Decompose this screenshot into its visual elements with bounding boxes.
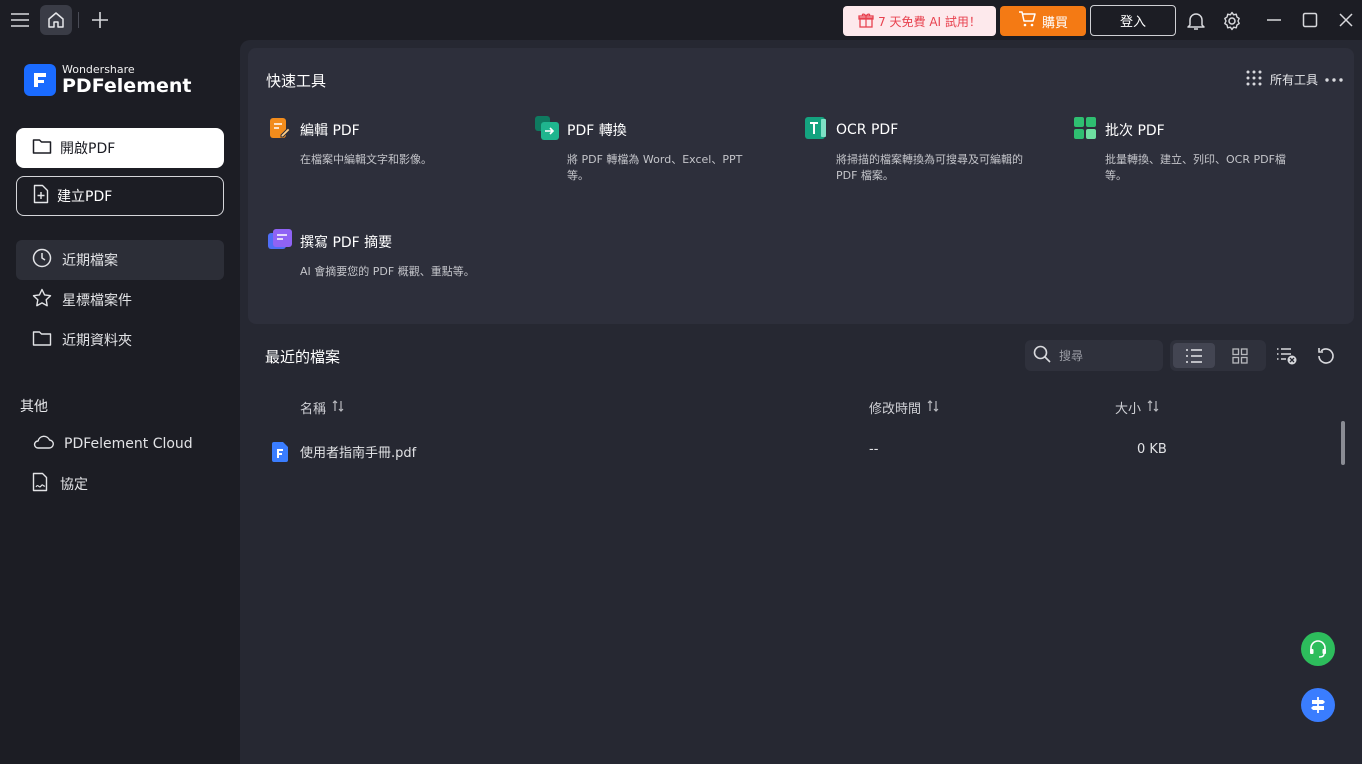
pdfelement-logo-icon [24, 64, 56, 96]
clear-list-icon[interactable] [1274, 343, 1300, 369]
tool-ocr-pdf[interactable]: OCR PDF 將掃描的檔案轉換為可搜尋及可編輯的 PDF 檔案。 [804, 116, 1054, 184]
tab-separator [78, 12, 79, 28]
column-header-size[interactable]: 大小 [1115, 398, 1159, 417]
sort-icon [332, 399, 344, 416]
cart-icon [1018, 11, 1036, 31]
ocr-pdf-icon [804, 116, 828, 144]
other-section-title: 其他 [20, 399, 48, 415]
column-header-name[interactable]: 名稱 [300, 398, 344, 417]
folder-icon [32, 329, 52, 351]
edit-pdf-icon [268, 116, 292, 144]
table-row[interactable]: 使用者指南手冊.pdf -- 0 KB [268, 438, 1338, 464]
tool-name: PDF 轉換 [567, 123, 627, 139]
create-pdf-label: 建立PDF [57, 189, 113, 205]
refresh-icon[interactable] [1313, 343, 1339, 369]
sidebar-item-label: PDFelement Cloud [64, 436, 193, 452]
close-icon[interactable] [1334, 8, 1358, 32]
sidebar: Wondershare PDFelement 開啟PDF 建立PDF 近期檔案 [0, 40, 240, 764]
cloud-icon [32, 434, 54, 454]
tool-batch-pdf[interactable]: 批次 PDF 批量轉換、建立、列印、OCR PDF檔等。 [1073, 116, 1323, 184]
sidebar-item-label: 星標檔案件 [62, 293, 132, 309]
folder-open-icon [32, 137, 52, 159]
tool-description: AI 會摘要您的 PDF 概觀、重點等。 [300, 265, 475, 278]
sidebar-item-recent-files[interactable]: 近期檔案 [16, 240, 224, 280]
tool-name: OCR PDF [836, 122, 899, 138]
ai-trial-label: 7 天免費 AI 試用！ [878, 14, 981, 29]
maximize-icon[interactable] [1298, 8, 1322, 32]
create-pdf-button[interactable]: 建立PDF [16, 176, 224, 216]
file-size: 0 KB [1137, 442, 1167, 457]
new-tab-icon[interactable] [86, 6, 114, 34]
file-modified: -- [869, 442, 879, 457]
tool-name: 編輯 PDF [300, 123, 360, 139]
recent-files-title: 最近的檔案 [265, 348, 341, 366]
tool-edit-pdf[interactable]: 編輯 PDF 在檔案中編輯文字和影像。 [268, 116, 518, 168]
bell-icon[interactable] [1183, 8, 1209, 34]
all-tools-button[interactable]: 所有工具 [1246, 70, 1318, 89]
logo-product: PDFelement [62, 75, 192, 97]
search-placeholder: 搜尋 [1059, 349, 1084, 363]
home-icon[interactable] [40, 5, 72, 35]
tool-summarize-pdf[interactable]: 撰寫 PDF 摘要 AI 會摘要您的 PDF 概觀、重點等。 [268, 228, 518, 280]
list-view-icon[interactable] [1173, 343, 1215, 368]
gear-icon[interactable] [1219, 8, 1245, 34]
login-button[interactable]: 登入 [1090, 5, 1176, 36]
search-icon [1033, 345, 1051, 366]
clock-icon [32, 248, 52, 272]
column-header-label: 大小 [1115, 402, 1142, 417]
file-name: 使用者指南手冊.pdf [300, 446, 417, 461]
scrollbar[interactable] [1341, 421, 1345, 465]
tool-convert-pdf[interactable]: PDF 轉換 將 PDF 轉檔為 Word、Excel、PPT 等。 [535, 116, 785, 184]
tool-description: 在檔案中編輯文字和影像。 [300, 153, 432, 166]
gift-icon [858, 12, 874, 31]
summarize-pdf-icon [268, 228, 292, 256]
sort-icon [1147, 399, 1159, 416]
open-pdf-button[interactable]: 開啟PDF [16, 128, 224, 168]
batch-pdf-icon [1073, 116, 1097, 144]
sidebar-item-label: 協定 [60, 477, 88, 493]
app-logo: Wondershare PDFelement [24, 64, 191, 96]
file-plus-icon [33, 184, 49, 208]
column-header-modified[interactable]: 修改時間 [869, 398, 939, 417]
star-icon [32, 288, 52, 312]
sidebar-item-cloud[interactable]: PDFelement Cloud [16, 424, 224, 464]
support-headset-icon[interactable] [1301, 632, 1335, 666]
menu-icon[interactable] [6, 6, 34, 34]
main-content: 快速工具 所有工具 編輯 PDF 在檔案中編輯文字和影像。 PDF 轉換 將 P… [240, 40, 1362, 764]
tool-name: 撰寫 PDF 摘要 [300, 235, 393, 251]
view-toggle [1170, 340, 1266, 371]
column-header-label: 修改時間 [869, 402, 922, 417]
buy-label: 購買 [1041, 15, 1068, 31]
column-header-label: 名稱 [300, 402, 327, 417]
all-tools-label: 所有工具 [1269, 73, 1318, 87]
sort-icon [927, 399, 939, 416]
more-options-icon[interactable] [1322, 68, 1346, 92]
grid-dots-icon [1246, 70, 1262, 89]
quick-tools-title: 快速工具 [266, 72, 327, 90]
guide-signpost-icon[interactable] [1301, 688, 1335, 722]
ai-trial-button[interactable]: 7 天免費 AI 試用！ [843, 6, 996, 36]
sidebar-item-agreement[interactable]: 協定 [16, 464, 224, 504]
tool-description: 將 PDF 轉檔為 Word、Excel、PPT 等。 [567, 153, 743, 182]
open-pdf-label: 開啟PDF [60, 141, 116, 157]
tool-name: 批次 PDF [1105, 123, 1165, 139]
tool-description: 將掃描的檔案轉換為可搜尋及可編輯的 PDF 檔案。 [836, 153, 1023, 182]
sidebar-item-starred[interactable]: 星標檔案件 [16, 280, 224, 320]
quick-tools-panel: 快速工具 所有工具 編輯 PDF 在檔案中編輯文字和影像。 PDF 轉換 將 P… [248, 48, 1354, 324]
agreement-icon [32, 472, 50, 496]
grid-view-icon[interactable] [1219, 343, 1261, 368]
convert-pdf-icon [535, 116, 559, 144]
app-window: 7 天免費 AI 試用！ 購買 登入 Wondershare PDFelemen… [0, 0, 1362, 764]
search-input[interactable]: 搜尋 [1025, 340, 1163, 371]
minimize-icon[interactable] [1262, 8, 1286, 32]
logo-brand: Wondershare [62, 63, 135, 76]
pdf-file-icon [272, 442, 288, 466]
sidebar-item-label: 近期資料夾 [62, 333, 132, 349]
buy-button[interactable]: 購買 [1000, 6, 1086, 36]
sidebar-item-recent-folders[interactable]: 近期資料夾 [16, 320, 224, 360]
tool-description: 批量轉換、建立、列印、OCR PDF檔等。 [1105, 153, 1286, 182]
sidebar-item-label: 近期檔案 [62, 253, 118, 269]
title-bar: 7 天免費 AI 試用！ 購買 登入 [0, 0, 1362, 40]
